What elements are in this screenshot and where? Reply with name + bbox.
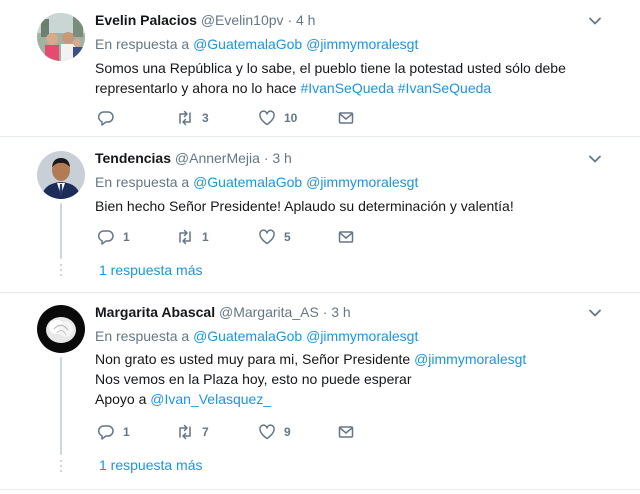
timestamp[interactable]: 3 h <box>331 304 350 320</box>
mention-link[interactable]: @jimmymoralesgt <box>306 36 418 52</box>
heart-icon <box>259 229 275 245</box>
reply-icon <box>97 230 114 245</box>
white-rose-avatar-icon <box>37 305 85 353</box>
user-handle[interactable]: @Margarita_AS <box>219 304 319 320</box>
heart-icon <box>259 424 275 440</box>
display-name[interactable]: Tendencias <box>95 150 171 166</box>
tweet[interactable]: Tendencias @AnnerMejia · 3 h En respuest… <box>0 137 640 293</box>
reply-count: 1 <box>123 230 130 244</box>
display-name[interactable]: Margarita Abascal <box>95 304 215 320</box>
tweet-text-segment: Non grato es usted muy para mi, Señor Pr… <box>95 351 411 367</box>
tweet-text-line: representarlo y ahora no lo hace #IvanSe… <box>95 78 615 98</box>
mention-link[interactable]: @Ivan_Velasquez_ <box>150 391 271 407</box>
separator-dot: · <box>263 150 269 166</box>
tweet-text-segment: Apoyo a <box>95 391 147 407</box>
tweet[interactable]: Evelin Palacios @Evelin10pv · 4 h En res… <box>0 0 640 137</box>
display-name[interactable]: Evelin Palacios <box>95 12 197 28</box>
reply-prefix: En respuesta a <box>95 174 190 190</box>
tweet-header: Evelin Palacios @Evelin10pv · 4 h <box>95 11 315 29</box>
retweet-button[interactable]: 7 <box>176 423 209 441</box>
reply-icon <box>97 425 114 440</box>
tweet-header: Tendencias @AnnerMejia · 3 h <box>95 149 292 167</box>
chevron-down-icon[interactable] <box>587 151 603 167</box>
direct-message-button[interactable] <box>337 228 363 246</box>
reply-icon <box>97 111 114 126</box>
tweet-text-line: Somos una República y lo sabe, el pueblo… <box>95 60 566 76</box>
reply-context: En respuesta a @GuatemalaGob @jimmymoral… <box>95 35 418 53</box>
mention-link[interactable]: @GuatemalaGob <box>193 328 302 344</box>
user-handle[interactable]: @Evelin10pv <box>201 12 284 28</box>
like-count: 5 <box>284 230 291 244</box>
envelope-icon <box>338 426 354 438</box>
mention-link[interactable]: @jimmymoralesgt <box>414 351 526 367</box>
chevron-down-icon[interactable] <box>587 13 603 29</box>
thread-line <box>60 203 62 259</box>
direct-message-button[interactable] <box>337 109 363 127</box>
tweet-text-line: Bien hecho Señor Presidente! Aplaudo su … <box>95 198 514 214</box>
tweet-text: Bien hecho Señor Presidente! Aplaudo su … <box>95 196 615 216</box>
retweet-icon <box>179 424 191 440</box>
direct-message-button[interactable] <box>337 423 363 441</box>
retweet-icon <box>179 229 191 245</box>
avatar[interactable] <box>37 151 85 199</box>
reply-button[interactable] <box>97 109 123 127</box>
thread-line <box>60 357 62 455</box>
separator-dot: · <box>287 12 293 28</box>
avatar[interactable] <box>37 305 85 353</box>
user-handle[interactable]: @AnnerMejia <box>175 150 260 166</box>
tweet-text-line: Nos vemos en la Plaza hoy, esto no puede… <box>95 371 412 387</box>
like-button[interactable]: 10 <box>258 109 297 127</box>
tweet-text: Non grato es usted muy para mi, Señor Pr… <box>95 349 615 409</box>
reply-prefix: En respuesta a <box>95 36 190 52</box>
mention-link[interactable]: @GuatemalaGob <box>193 174 302 190</box>
retweet-count: 7 <box>202 425 209 439</box>
timestamp[interactable]: 3 h <box>272 150 291 166</box>
more-replies-link[interactable]: 1 respuesta más <box>99 457 203 473</box>
reply-button[interactable]: 1 <box>97 228 130 246</box>
like-count: 9 <box>284 425 291 439</box>
like-count: 10 <box>284 111 298 125</box>
thread-dots <box>60 264 62 279</box>
retweet-button[interactable]: 1 <box>176 228 209 246</box>
tweet-text-line: Apoyo a @Ivan_Velasquez_ <box>95 389 615 409</box>
tweet-text-segment: representarlo y ahora no lo hace <box>95 80 297 96</box>
retweet-count: 1 <box>202 230 209 244</box>
envelope-icon <box>338 231 354 243</box>
man-in-suit-avatar-icon <box>37 151 85 199</box>
like-button[interactable]: 9 <box>258 423 291 441</box>
group-photo-avatar-icon <box>37 13 85 61</box>
reply-count: 1 <box>123 425 130 439</box>
more-replies-link[interactable]: 1 respuesta más <box>99 262 203 278</box>
like-button[interactable]: 5 <box>258 228 291 246</box>
tweet-text-line: Non grato es usted muy para mi, Señor Pr… <box>95 349 615 369</box>
tweet[interactable]: Margarita Abascal @Margarita_AS · 3 h En… <box>0 293 640 490</box>
tweet-actions: 3 10 <box>95 109 395 129</box>
retweet-button[interactable]: 3 <box>176 109 209 127</box>
reply-context: En respuesta a @GuatemalaGob @jimmymoral… <box>95 327 418 345</box>
retweet-icon <box>179 110 191 126</box>
heart-icon <box>259 110 275 126</box>
reply-context: En respuesta a @GuatemalaGob @jimmymoral… <box>95 173 418 191</box>
tweet-header: Margarita Abascal @Margarita_AS · 3 h <box>95 303 351 321</box>
reply-button[interactable]: 1 <box>97 423 130 441</box>
retweet-count: 3 <box>202 111 209 125</box>
separator-dot: · <box>322 304 328 320</box>
mention-link[interactable]: @GuatemalaGob <box>193 36 302 52</box>
hashtag-link[interactable]: #IvanSeQueda <box>300 80 393 96</box>
mention-link[interactable]: @jimmymoralesgt <box>306 328 418 344</box>
tweet-text: Somos una República y lo sabe, el pueblo… <box>95 58 615 98</box>
reply-prefix: En respuesta a <box>95 328 190 344</box>
avatar[interactable] <box>37 13 85 61</box>
mention-link[interactable]: @jimmymoralesgt <box>306 174 418 190</box>
thread-dots <box>60 460 62 475</box>
hashtag-link[interactable]: #IvanSeQueda <box>398 80 491 96</box>
envelope-icon <box>338 112 354 124</box>
tweet-actions: 1 7 9 <box>95 423 395 443</box>
tweet-actions: 1 1 5 <box>95 228 395 248</box>
chevron-down-icon[interactable] <box>587 305 603 321</box>
timestamp[interactable]: 4 h <box>296 12 315 28</box>
